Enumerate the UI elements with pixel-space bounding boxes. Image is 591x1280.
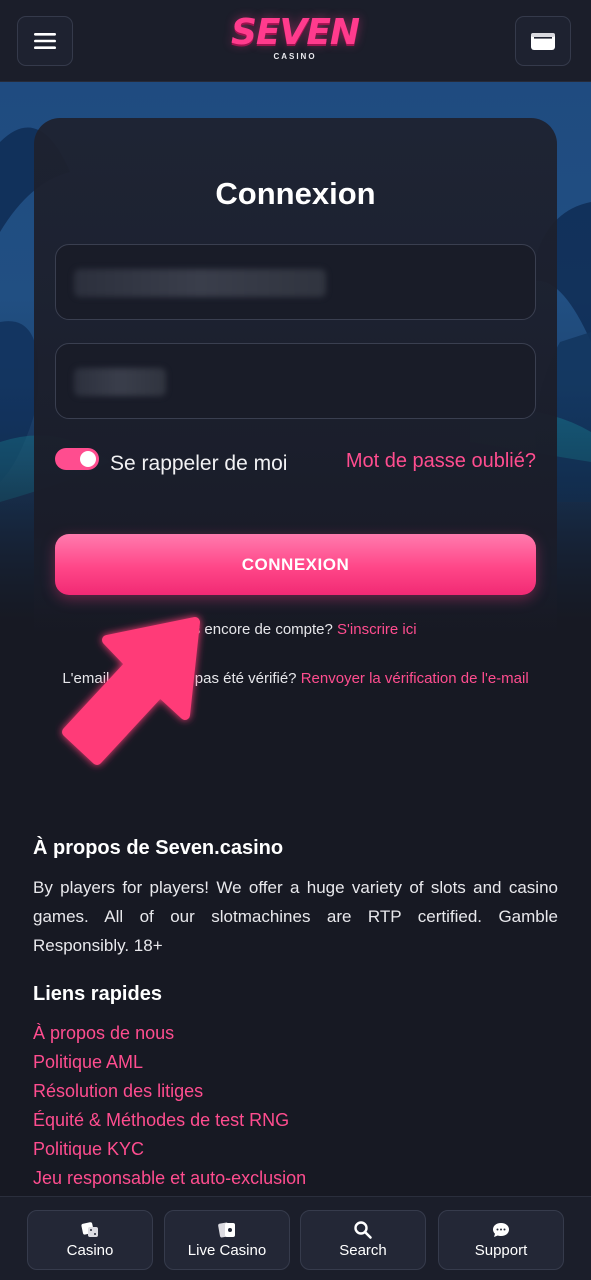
search-icon [354,1221,372,1239]
quick-link-about[interactable]: À propos de nous [33,1019,306,1048]
menu-button[interactable] [17,16,73,66]
quick-link-disputes[interactable]: Résolution des litiges [33,1077,306,1106]
nav-casino-label: Casino [66,1242,114,1259]
remember-label: Se rappeler de moi [110,452,288,475]
quick-link-aml[interactable]: Politique AML [33,1048,306,1077]
about-title: À propos de Seven.casino [33,837,284,859]
wallet-button[interactable] [515,16,571,66]
login-title: Connexion [215,176,376,211]
nav-search[interactable]: Search [300,1210,426,1270]
wallet-icon [531,33,555,50]
login-button[interactable]: CONNEXION [55,534,536,595]
nav-support-label: Support [474,1242,528,1259]
nav-search-label: Search [339,1242,387,1259]
remember-toggle[interactable] [55,448,99,470]
hamburger-menu-icon [34,33,56,49]
email-field[interactable] [55,244,536,320]
logo[interactable]: SEVEN CASINO [222,14,368,68]
quick-links-list: À propos de nous Politique AML Résolutio… [33,1019,306,1193]
quick-link-responsible[interactable]: Jeu responsable et auto-exclusion [33,1164,306,1193]
quick-link-rng[interactable]: Équité & Méthodes de test RNG [33,1106,306,1135]
forgot-password-link[interactable]: Mot de passe oublié? [346,448,536,474]
cards-icon [218,1222,235,1238]
logo-sub: CASINO [273,52,317,61]
dice-icon [81,1222,98,1237]
logo-word: SEVEN [230,12,360,53]
about-text: By players for players! We offer a huge … [33,878,558,955]
bottom-nav: Casino Live Casino Search Support [0,1196,591,1280]
chat-icon [493,1223,509,1237]
nav-live-casino-label: Live Casino [187,1242,267,1259]
nav-support[interactable]: Support [438,1210,564,1270]
quick-links-title: Liens rapides [33,983,162,1005]
quick-link-kyc[interactable]: Politique KYC [33,1135,306,1164]
top-bar: SEVEN CASINO [0,0,591,82]
resend-verification-link[interactable]: Renvoyer la vérification de l'e-mail [301,670,529,687]
password-value-blurred [74,368,166,396]
nav-casino[interactable]: Casino [27,1210,153,1270]
password-field[interactable] [55,343,536,419]
pointer-arrow-icon [62,617,200,765]
email-value-blurred [74,269,326,297]
nav-live-casino[interactable]: Live Casino [164,1210,290,1270]
signup-link[interactable]: S'inscrire ici [337,621,417,638]
